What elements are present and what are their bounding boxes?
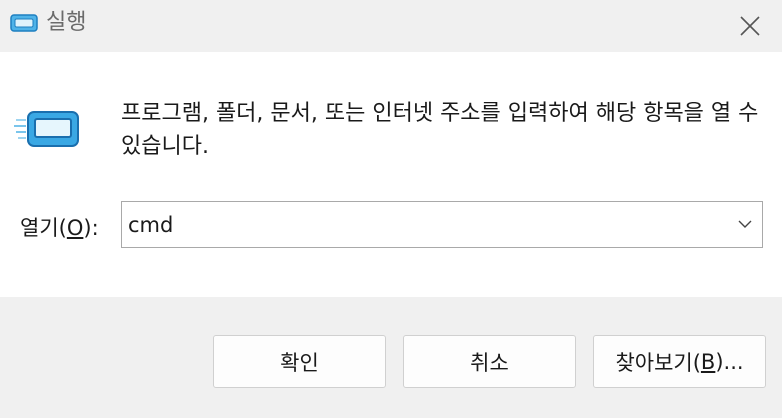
- title-bar: 실행: [0, 0, 782, 52]
- dialog-footer: 확인 취소 찾아보기(B)...: [0, 297, 782, 418]
- open-input[interactable]: [122, 202, 722, 247]
- run-app-icon: [10, 14, 38, 32]
- cancel-button[interactable]: 취소: [403, 335, 576, 388]
- ok-button[interactable]: 확인: [213, 335, 386, 388]
- close-icon: [740, 16, 760, 36]
- close-button[interactable]: [718, 0, 782, 52]
- dialog-description: 프로그램, 폴더, 문서, 또는 인터넷 주소를 입력하여 해당 항목을 열 수…: [121, 101, 759, 159]
- dialog-content: 프로그램, 폴더, 문서, 또는 인터넷 주소를 입력하여 해당 항목을 열 수…: [0, 52, 782, 297]
- chevron-down-icon[interactable]: [736, 215, 754, 233]
- open-combobox[interactable]: [121, 201, 763, 248]
- run-icon: [14, 111, 79, 147]
- open-label: 열기(O):: [20, 216, 99, 240]
- window-title: 실행: [46, 10, 87, 35]
- browse-button[interactable]: 찾아보기(B)...: [593, 335, 766, 388]
